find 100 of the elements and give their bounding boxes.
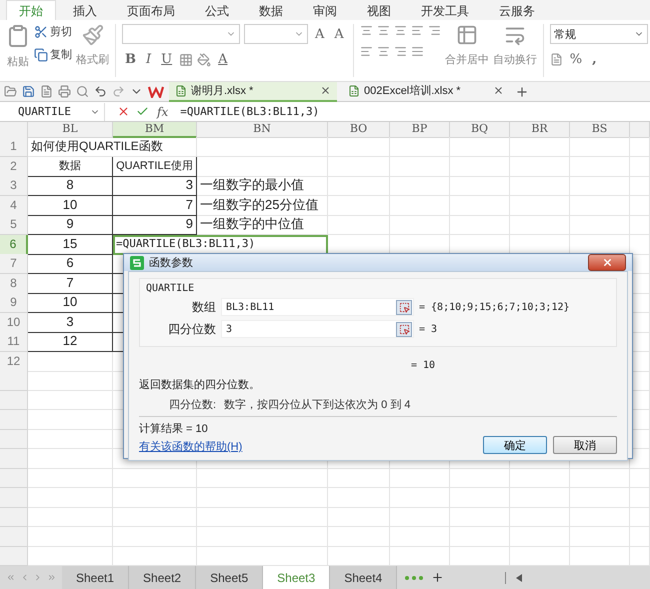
sheet-tab[interactable]: Sheet2: [129, 566, 196, 589]
menu-tab[interactable]: 插入: [60, 0, 110, 20]
redo-icon[interactable]: [112, 85, 125, 98]
help-link[interactable]: 有关该函数的帮助(H): [139, 439, 242, 454]
document-tab[interactable]: 002Excel培训.xlsx *: [342, 82, 510, 102]
merge-cells-icon: [456, 24, 478, 46]
align-right-icon[interactable]: [394, 45, 407, 58]
wrap-text-button[interactable]: 自动换行: [492, 24, 537, 67]
align-left-icon[interactable]: [360, 45, 373, 58]
range-picker-button[interactable]: [396, 322, 412, 336]
argument-field[interactable]: 3: [221, 320, 414, 338]
name-box[interactable]: QUARTILE: [0, 102, 105, 120]
menu-tab[interactable]: 开始: [6, 0, 56, 20]
formula-input[interactable]: =QUARTILE(BL3:BL11,3): [180, 105, 320, 118]
column-header[interactable]: BL: [28, 122, 113, 138]
close-button[interactable]: [588, 254, 626, 271]
row-header[interactable]: 6: [0, 234, 28, 254]
first-sheet-icon[interactable]: [6, 572, 16, 583]
menu-tab[interactable]: 公式: [192, 0, 242, 20]
copy-button[interactable]: 复制: [34, 47, 72, 62]
column-header[interactable]: BP: [390, 122, 450, 138]
sheet-tab[interactable]: Sheet1: [62, 566, 130, 589]
font-size-button[interactable]: A: [331, 26, 347, 42]
scroll-left-icon[interactable]: [516, 574, 522, 582]
align-top-icon[interactable]: [360, 24, 373, 37]
empty-cell: [390, 196, 450, 216]
menu-tab[interactable]: 审阅: [300, 0, 350, 20]
row-header[interactable]: 8: [0, 274, 28, 294]
font-style-button[interactable]: I: [143, 52, 154, 67]
row-header[interactable]: 3: [0, 176, 28, 196]
menu-tab[interactable]: 云服务: [486, 0, 548, 20]
row-header[interactable]: 5: [0, 215, 28, 235]
merge-center-button[interactable]: 合并居中: [444, 24, 489, 67]
print-icon[interactable]: [58, 85, 71, 98]
more-icon[interactable]: [405, 576, 424, 580]
font-name-dropdown[interactable]: [122, 24, 240, 44]
percent-button[interactable]: %: [566, 52, 586, 67]
undo-icon[interactable]: [94, 85, 107, 98]
cancel-icon[interactable]: [117, 105, 130, 118]
font-style-button[interactable]: U: [158, 52, 176, 67]
empty-cell: [510, 176, 570, 196]
range-picker-button[interactable]: [396, 300, 412, 314]
row-header[interactable]: 10: [0, 312, 28, 332]
sheet-tab[interactable]: Sheet3: [263, 566, 330, 589]
row-header[interactable]: 4: [0, 196, 28, 216]
row-header[interactable]: 11: [0, 332, 28, 352]
outdent-icon[interactable]: [428, 24, 441, 37]
column-header[interactable]: BN: [197, 122, 328, 138]
insert-function-button[interactable]: fx: [157, 104, 168, 118]
row-header[interactable]: 9: [0, 293, 28, 313]
font-size-button[interactable]: A: [312, 26, 328, 42]
menu-tab[interactable]: 开发工具: [408, 0, 482, 20]
preview-icon[interactable]: [76, 85, 89, 98]
close-icon[interactable]: [493, 85, 504, 96]
empty-cell: [570, 137, 630, 157]
empty-cell: [630, 196, 650, 216]
align-center-icon[interactable]: [376, 45, 390, 58]
column-header[interactable]: BS: [570, 122, 630, 138]
new-tab-icon[interactable]: [515, 84, 529, 98]
last-sheet-icon[interactable]: [46, 572, 56, 583]
document-tab[interactable]: 谢明月.xlsx *: [169, 82, 337, 102]
open-icon[interactable]: [4, 85, 17, 98]
add-sheet-icon[interactable]: [431, 571, 444, 584]
cancel-button[interactable]: 取消: [553, 436, 617, 454]
menu-tab[interactable]: 视图: [354, 0, 404, 20]
menu-tab[interactable]: 数据: [246, 0, 296, 20]
indent-icon[interactable]: [410, 24, 424, 37]
paste-button[interactable]: 粘贴: [6, 24, 30, 69]
row-header[interactable]: 7: [0, 254, 28, 274]
save-icon[interactable]: [22, 85, 35, 98]
ok-button[interactable]: 确定: [483, 436, 547, 454]
sheet-tab[interactable]: Sheet4: [330, 566, 398, 589]
column-header[interactable]: BR: [510, 122, 570, 138]
cut-button[interactable]: 剪切: [34, 24, 72, 39]
sheet-tab[interactable]: Sheet5: [196, 566, 264, 589]
row-header[interactable]: 1: [0, 137, 28, 157]
close-icon[interactable]: [320, 85, 331, 96]
borders-icon[interactable]: [179, 52, 194, 66]
empty-cell: [328, 527, 390, 546]
column-header[interactable]: BO: [328, 122, 390, 138]
format-painter-button[interactable]: 格式刷: [76, 24, 109, 67]
argument-field[interactable]: BL3:BL11: [221, 298, 414, 316]
comma-button[interactable]: ,: [589, 52, 600, 67]
row-header[interactable]: 2: [0, 156, 28, 176]
table-cell: 12: [28, 332, 113, 352]
empty-cell: [630, 468, 650, 488]
menu-tab[interactable]: 页面布局: [114, 0, 188, 20]
empty-cell: [328, 137, 390, 157]
number-format-dropdown[interactable]: 常规: [550, 24, 648, 44]
dialog-title: 函数参数: [149, 256, 193, 270]
font-size-dropdown[interactable]: [244, 24, 308, 44]
fill-color-icon[interactable]: [197, 52, 212, 66]
row-header[interactable]: 12: [0, 352, 28, 372]
column-header[interactable]: BQ: [450, 122, 510, 138]
align-middle-icon[interactable]: [376, 24, 390, 37]
align-bottom-icon[interactable]: [394, 24, 407, 37]
justify-icon[interactable]: [410, 45, 424, 58]
font-color-button[interactable]: A: [215, 52, 230, 67]
font-style-button[interactable]: B: [122, 52, 139, 67]
column-header[interactable]: BM: [113, 122, 197, 138]
